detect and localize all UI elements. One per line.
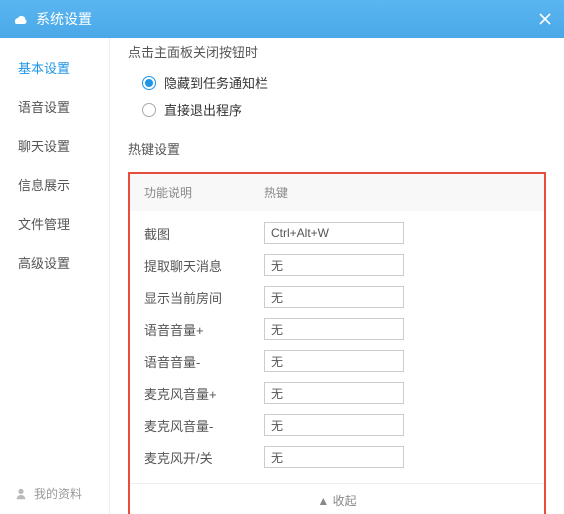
hotkey-input[interactable]: 无 — [264, 254, 404, 276]
hotkey-input[interactable]: 无 — [264, 350, 404, 372]
radio-label: 隐藏到任务通知栏 — [164, 73, 268, 92]
hotkey-table-header: 功能说明 热键 — [130, 174, 544, 211]
hotkey-row: 显示当前房间无 — [144, 281, 530, 313]
hotkey-row: 提取聊天消息无 — [144, 249, 530, 281]
hotkey-name: 麦克风开/关 — [144, 448, 264, 467]
settings-window: 系统设置 基本设置语音设置聊天设置信息展示文件管理高级设置 我的资料 点击主面板… — [0, 0, 564, 514]
app-logo-icon — [10, 10, 28, 28]
sidebar-item-5[interactable]: 高级设置 — [0, 243, 109, 282]
sidebar-item-4[interactable]: 文件管理 — [0, 204, 109, 243]
close-behavior-title: 点击主面板关闭按钮时 — [128, 38, 546, 69]
hotkey-row: 语音音量-无 — [144, 345, 530, 377]
radio-label: 直接退出程序 — [164, 100, 242, 119]
sidebar-item-0[interactable]: 基本设置 — [0, 48, 109, 87]
hotkey-name: 显示当前房间 — [144, 288, 264, 307]
close-button[interactable] — [534, 8, 556, 30]
titlebar: 系统设置 — [0, 0, 564, 38]
radio-exit[interactable]: 直接退出程序 — [128, 96, 546, 123]
hotkey-row: 麦克风音量+无 — [144, 377, 530, 409]
hotkey-input[interactable]: 无 — [264, 414, 404, 436]
hotkey-input[interactable]: Ctrl+Alt+W — [264, 222, 404, 244]
collapse-button[interactable]: ▲ 收起 — [130, 483, 544, 514]
radio-hide-tray[interactable]: 隐藏到任务通知栏 — [128, 69, 546, 96]
hotkey-input[interactable]: 无 — [264, 446, 404, 468]
hotkey-input[interactable]: 无 — [264, 286, 404, 308]
window-title: 系统设置 — [36, 9, 92, 29]
sidebar-item-3[interactable]: 信息展示 — [0, 165, 109, 204]
hotkey-name: 麦克风音量+ — [144, 384, 264, 403]
sidebar-item-1[interactable]: 语音设置 — [0, 87, 109, 126]
my-profile-link[interactable]: 我的资料 — [0, 473, 109, 514]
hotkey-input[interactable]: 无 — [264, 382, 404, 404]
window-body: 基本设置语音设置聊天设置信息展示文件管理高级设置 我的资料 点击主面板关闭按钮时… — [0, 38, 564, 514]
hotkey-input[interactable]: 无 — [264, 318, 404, 340]
hotkey-name: 截图 — [144, 224, 264, 243]
hotkey-table: 功能说明 热键 截图Ctrl+Alt+W提取聊天消息无显示当前房间无语音音量+无… — [128, 172, 546, 514]
hotkey-name: 提取聊天消息 — [144, 256, 264, 275]
hotkey-name: 麦克风音量- — [144, 416, 264, 435]
person-icon — [14, 487, 28, 501]
sidebar-item-2[interactable]: 聊天设置 — [0, 126, 109, 165]
hotkey-row: 截图Ctrl+Alt+W — [144, 217, 530, 249]
hotkey-name: 语音音量- — [144, 352, 264, 371]
hotkey-row: 语音音量+无 — [144, 313, 530, 345]
col-key: 热键 — [264, 184, 288, 201]
my-profile-label: 我的资料 — [34, 485, 82, 502]
radio-icon — [142, 76, 156, 90]
hotkey-row: 麦克风开/关无 — [144, 441, 530, 473]
hotkey-name: 语音音量+ — [144, 320, 264, 339]
sidebar: 基本设置语音设置聊天设置信息展示文件管理高级设置 我的资料 — [0, 38, 110, 514]
content-area: 点击主面板关闭按钮时 隐藏到任务通知栏 直接退出程序 热键设置 功能说明 热键 … — [110, 38, 564, 514]
radio-icon — [142, 103, 156, 117]
col-desc: 功能说明 — [144, 184, 264, 201]
hotkey-section-title: 热键设置 — [128, 123, 546, 166]
hotkey-row: 麦克风音量-无 — [144, 409, 530, 441]
chevron-up-icon: ▲ — [317, 494, 332, 508]
